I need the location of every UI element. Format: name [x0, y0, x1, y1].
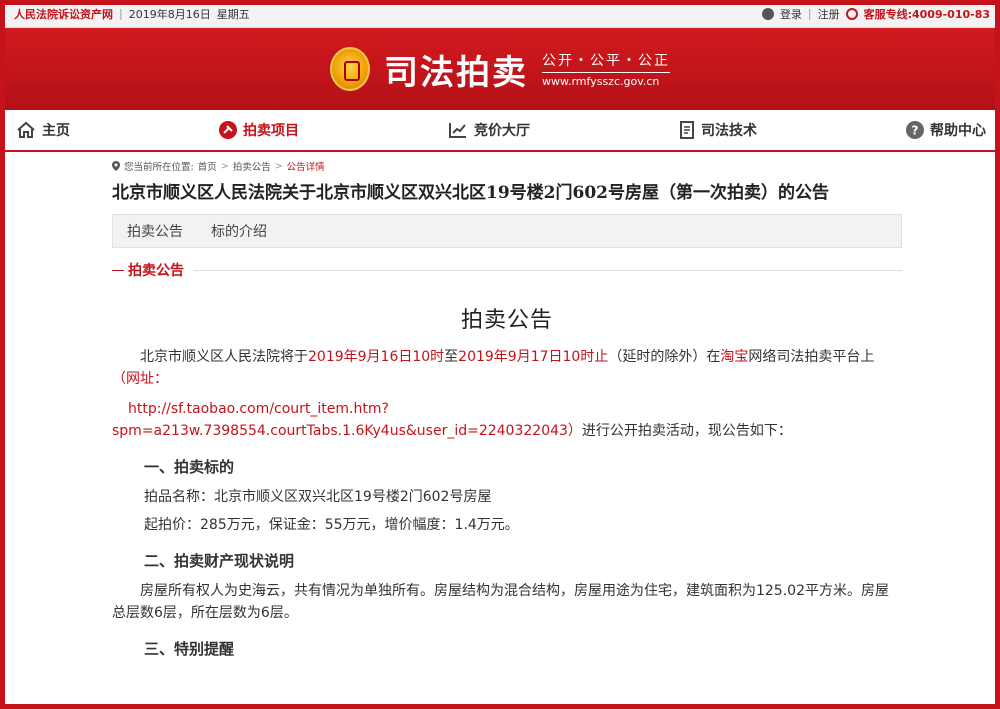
- gavel-icon: [219, 121, 237, 139]
- register-link[interactable]: 注册: [818, 6, 840, 22]
- intro-text: （延时的除外）在: [608, 349, 721, 365]
- nav-item-auction-projects[interactable]: 拍卖项目: [219, 120, 299, 140]
- home-icon: [17, 121, 35, 138]
- section-dash: [112, 269, 124, 271]
- notice-body: 北京市顺义区人民法院将于2019年9月16日10时至2019年9月17日10时止…: [112, 346, 902, 660]
- tab-item-intro[interactable]: 标的介绍: [211, 221, 267, 241]
- brand-title: 司法拍卖: [384, 52, 528, 93]
- hotline: 客服专线:4009-010-83: [864, 6, 990, 22]
- nav-label: 竞价大厅: [474, 123, 530, 139]
- heading-auction-item: 一、拍卖标的: [144, 458, 235, 476]
- hotline-number: 4009-010-83: [911, 7, 990, 21]
- current-date: 2019年8月16日: [128, 7, 211, 21]
- phone-icon: [845, 7, 858, 20]
- main-content: 您当前所在位置: 首页 > 拍卖公告 > 公告详情 北京市顺义区人民法院关于北京…: [112, 158, 902, 660]
- hotline-label: 客服专线:: [863, 7, 912, 21]
- breadcrumb-prefix: 您当前所在位置:: [124, 162, 194, 173]
- current-weekday: 星期五: [216, 7, 250, 21]
- item-price: 起拍价：285万元，保证金：55万元，增价幅度：1.4万元。: [144, 517, 519, 533]
- site-url: www.rmfysszc.gov.cn: [542, 75, 660, 88]
- header-banner: 司法拍卖 公开・公平・公正 www.rmfysszc.gov.cn: [0, 28, 1000, 110]
- slogan: 公开・公平・公正 www.rmfysszc.gov.cn: [542, 50, 670, 88]
- slogan-text: 公开・公平・公正: [542, 50, 670, 73]
- nav-item-help-center[interactable]: ? 帮助中心: [906, 120, 986, 140]
- divider: |: [807, 7, 812, 20]
- auction-start-time: 2019年9月16日10时: [308, 349, 445, 365]
- nav-label: 拍卖项目: [243, 123, 299, 139]
- breadcrumb-notice[interactable]: 拍卖公告: [233, 159, 271, 173]
- breadcrumb: 您当前所在位置: 首页 > 拍卖公告 > 公告详情: [112, 158, 902, 174]
- section-header: 拍卖公告: [112, 260, 902, 280]
- nav-label: 司法技术: [701, 123, 757, 139]
- intro-text: 网络司法拍卖平台上: [748, 349, 875, 365]
- svg-text:?: ?: [912, 124, 919, 138]
- heading-property-status: 二、拍卖财产现状说明: [144, 552, 295, 570]
- section-label: 拍卖公告: [128, 263, 184, 279]
- top-bar: 人民法院诉讼资产网 | 2019年8月16日 星期五 登录 | 注册 客服专线:…: [0, 0, 1000, 28]
- nav-item-judicial-tech[interactable]: 司法技术: [679, 120, 757, 140]
- intro-paragraph: 北京市顺义区人民法院将于2019年9月16日10时至2019年9月17日10时止…: [112, 346, 902, 390]
- notice-title: 拍卖公告: [460, 308, 553, 333]
- divider: |: [119, 7, 123, 20]
- court-emblem-icon: [330, 47, 370, 91]
- heading-special-notice: 三、特别提醒: [144, 640, 235, 658]
- user-icon: [761, 7, 774, 20]
- breadcrumb-current: 公告详情: [286, 162, 325, 173]
- nav-label: 主页: [42, 123, 70, 139]
- url-line: spm=a213w.7398554.courtTabs.1.6Ky4us&use…: [112, 423, 582, 439]
- nav-label: 帮助中心: [930, 123, 986, 139]
- breadcrumb-home[interactable]: 首页: [198, 159, 217, 173]
- intro-text: 进行公开拍卖活动，现公告如下：: [581, 423, 792, 439]
- auction-url-link[interactable]: http://sf.taobao.com/court_item.htm? spm…: [112, 398, 902, 442]
- chart-icon: [449, 123, 466, 138]
- location-pin-icon: [112, 161, 120, 171]
- nav-item-bidding-hall[interactable]: 竞价大厅: [448, 120, 530, 140]
- tab-bar: 拍卖公告 标的介绍: [112, 214, 902, 248]
- page-title: 北京市顺义区人民法院关于北京市顺义区双兴北区19号楼2门602号房屋（第一次拍卖…: [112, 183, 829, 203]
- auction-end-time: 2019年9月17日10时止: [458, 349, 609, 365]
- site-name-link[interactable]: 人民法院诉讼资产网: [14, 6, 113, 22]
- document-icon: [680, 121, 694, 139]
- status-paragraph: 房屋所有权人为史海云，共有情况为单独所有。房屋结构为混合结构，房屋用途为住宅，建…: [112, 583, 889, 621]
- item-name: 拍品名称：北京市顺义区双兴北区19号楼2门602号房屋: [144, 489, 492, 505]
- breadcrumb-separator: >: [220, 160, 229, 172]
- url-line: http://sf.taobao.com/court_item.htm?: [128, 401, 389, 417]
- help-icon: ?: [906, 121, 924, 139]
- platform-name: 淘宝: [720, 349, 749, 365]
- main-nav: 主页 拍卖项目 竞价大厅 司法技术 ? 帮助中心: [0, 110, 1000, 152]
- login-link[interactable]: 登录: [780, 6, 802, 22]
- url-label: （网址：: [112, 371, 168, 387]
- breadcrumb-separator: >: [274, 160, 283, 172]
- section-divider: [194, 269, 902, 271]
- tab-auction-notice[interactable]: 拍卖公告: [127, 221, 183, 241]
- intro-text: 至: [444, 349, 459, 365]
- nav-item-home[interactable]: 主页: [16, 120, 70, 140]
- intro-text: 北京市顺义区人民法院将于: [140, 349, 308, 365]
